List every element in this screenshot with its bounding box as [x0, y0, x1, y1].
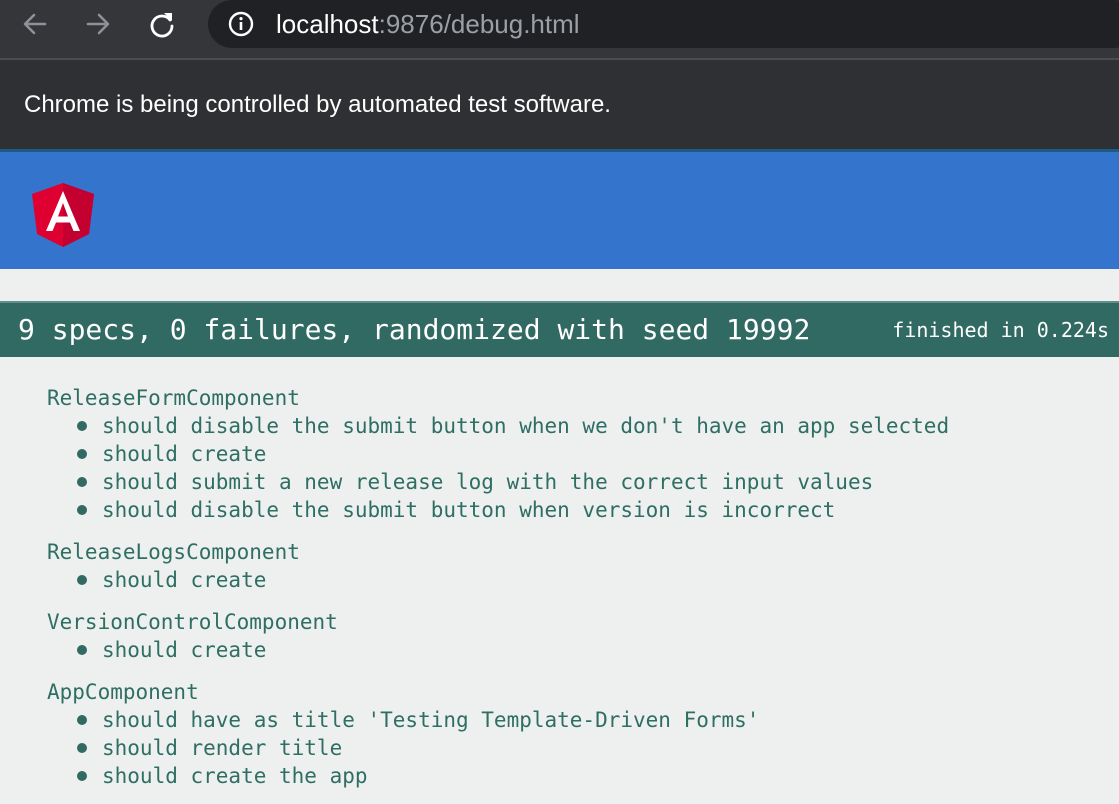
reload-button[interactable] — [147, 9, 177, 39]
spec-item: should disable the submit button when ve… — [0, 496, 1119, 524]
suite: AppComponent should have as title 'Testi… — [0, 678, 1119, 790]
spec-name[interactable]: should create — [102, 568, 266, 592]
spec-passed-bullet — [77, 645, 87, 655]
spec-item: should create — [0, 440, 1119, 468]
suite-title[interactable]: ReleaseFormComponent — [0, 384, 1119, 412]
spec-name[interactable]: should create — [102, 638, 266, 662]
spec-name[interactable]: should render title — [102, 736, 342, 760]
suite: ReleaseLogsComponent should create — [0, 538, 1119, 594]
summary-text: 9 specs, 0 failures, randomized with see… — [18, 313, 811, 346]
spec-item: should create the app — [0, 762, 1119, 790]
url-path: :9876/debug.html — [378, 9, 580, 39]
suite: ReleaseFormComponent should disable the … — [0, 384, 1119, 524]
app-header — [0, 149, 1119, 269]
forward-button[interactable] — [83, 9, 113, 39]
address-bar[interactable]: localhost:9876/debug.html — [208, 0, 1119, 48]
infobar-message: Chrome is being controlled by automated … — [24, 91, 611, 118]
spec-passed-bullet — [77, 743, 87, 753]
browser-toolbar: localhost:9876/debug.html — [0, 0, 1119, 58]
suite-title[interactable]: ReleaseLogsComponent — [0, 538, 1119, 566]
spec-item: should submit a new release log with the… — [0, 468, 1119, 496]
reload-icon — [150, 13, 174, 38]
spec-item: should have as title 'Testing Template-D… — [0, 706, 1119, 734]
spec-name[interactable]: should disable the submit button when ve… — [102, 498, 835, 522]
automation-infobar: Chrome is being controlled by automated … — [0, 60, 1119, 149]
spec-name[interactable]: should submit a new release log with the… — [102, 470, 873, 494]
spec-results: ReleaseFormComponent should disable the … — [0, 384, 1119, 804]
spec-passed-bullet — [77, 505, 87, 515]
spec-passed-bullet — [77, 771, 87, 781]
suite-title[interactable]: AppComponent — [0, 678, 1119, 706]
info-icon[interactable] — [228, 11, 254, 37]
url-text[interactable]: localhost:9876/debug.html — [276, 9, 580, 39]
url-host: localhost — [276, 9, 379, 39]
spec-passed-bullet — [77, 449, 87, 459]
spec-name[interactable]: should have as title 'Testing Template-D… — [102, 708, 759, 732]
spec-name[interactable]: should create — [102, 442, 266, 466]
arrow-right-icon — [86, 13, 110, 35]
spec-passed-bullet — [77, 421, 87, 431]
suite: VersionControlComponent should create — [0, 608, 1119, 664]
spec-item: should render title — [0, 734, 1119, 762]
spec-item: should create — [0, 636, 1119, 664]
spec-name[interactable]: should disable the submit button when we… — [102, 414, 949, 438]
test-summary-bar: 9 specs, 0 failures, randomized with see… — [0, 301, 1119, 357]
spec-item: should disable the submit button when we… — [0, 412, 1119, 440]
spec-passed-bullet — [77, 575, 87, 585]
spec-passed-bullet — [77, 715, 87, 725]
spec-item: should create — [0, 566, 1119, 594]
spec-passed-bullet — [77, 477, 87, 487]
spec-name[interactable]: should create the app — [102, 764, 368, 788]
suite-title[interactable]: VersionControlComponent — [0, 608, 1119, 636]
angular-logo-icon — [32, 183, 94, 247]
back-button[interactable] — [20, 9, 50, 39]
duration-text: finished in 0.224s — [892, 318, 1109, 342]
arrow-left-icon — [23, 13, 47, 35]
